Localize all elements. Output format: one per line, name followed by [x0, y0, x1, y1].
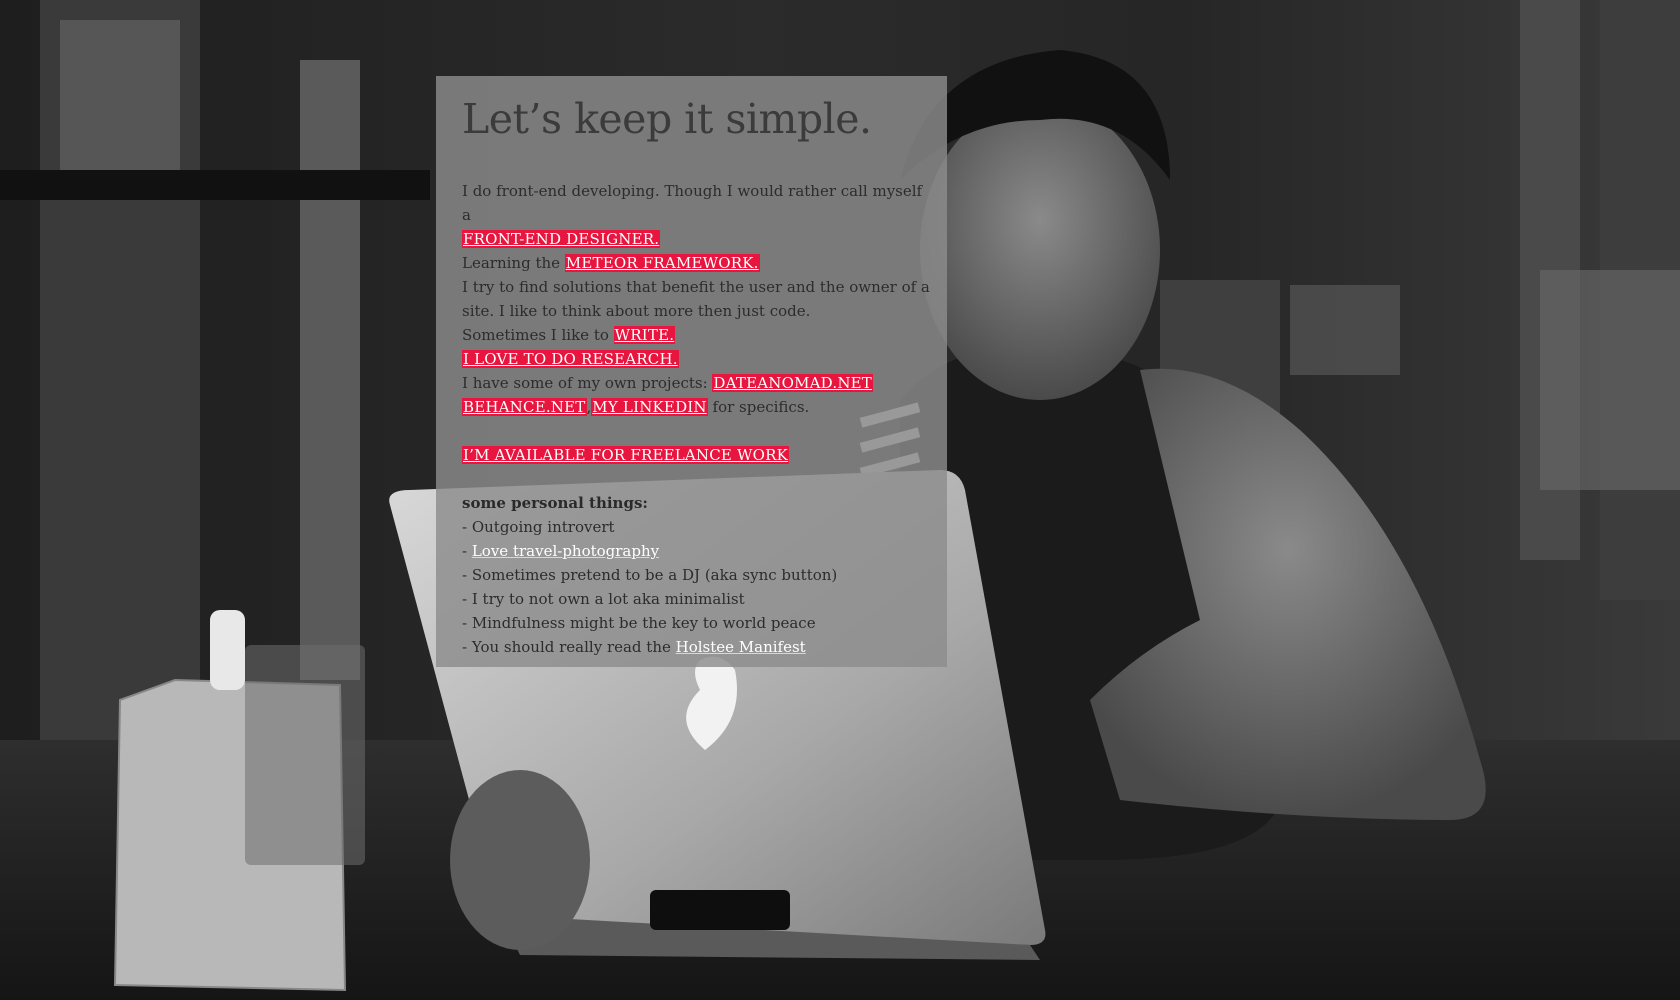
- linkedin-link[interactable]: MY LINKEDIN: [591, 398, 708, 417]
- dateanomad-link[interactable]: DATEANOMAD.NET: [712, 374, 874, 393]
- page-title: Let’s keep it simple.: [462, 95, 872, 143]
- research-link[interactable]: I LOVE TO DO RESEARCH.: [462, 350, 679, 369]
- sometimes-text: Sometimes I like to: [462, 326, 614, 345]
- about-panel: Let’s keep it simple. I do front-end dev…: [436, 76, 947, 667]
- freelance-paragraph: I’M AVAILABLE FOR FREELANCE WORK: [462, 443, 935, 467]
- travel-photography-link[interactable]: Love travel-photography: [472, 542, 659, 560]
- holstee-manifest-link[interactable]: Holstee Manifest: [676, 638, 806, 656]
- specifics-text: for specifics.: [707, 398, 810, 417]
- list-item: - Love travel-photography: [462, 542, 660, 561]
- projects-text: I have some of my own projects:: [462, 374, 713, 393]
- list-item: - Sometimes pretend to be a DJ (aka sync…: [462, 566, 838, 585]
- personal-heading: some personal things:: [462, 494, 648, 513]
- behance-link[interactable]: BEHANCE.NET: [462, 398, 587, 417]
- intro-paragraph: I do front-end developing. Though I woul…: [462, 179, 935, 419]
- list-item: - You should really read the Holstee Man…: [462, 638, 806, 657]
- list-item: - Mindfulness might be the key to world …: [462, 614, 816, 633]
- bio-text: I do front-end developing. Though I woul…: [462, 179, 935, 659]
- solutions-text: I try to find solutions that benefit the…: [462, 278, 930, 321]
- learning-text: Learning the: [462, 254, 565, 273]
- front-end-designer-link[interactable]: FRONT-END DESIGNER.: [462, 230, 661, 249]
- list-item: - Outgoing introvert: [462, 518, 615, 537]
- personal-section: some personal things: - Outgoing introve…: [462, 491, 935, 659]
- meteor-framework-link[interactable]: METEOR FRAMEWORK.: [564, 254, 760, 273]
- intro-text: I do front-end developing. Though I woul…: [462, 182, 923, 225]
- write-link[interactable]: WRITE.: [613, 326, 676, 345]
- list-item: - I try to not own a lot aka minimalist: [462, 590, 745, 609]
- freelance-link[interactable]: I’M AVAILABLE FOR FREELANCE WORK: [462, 446, 790, 465]
